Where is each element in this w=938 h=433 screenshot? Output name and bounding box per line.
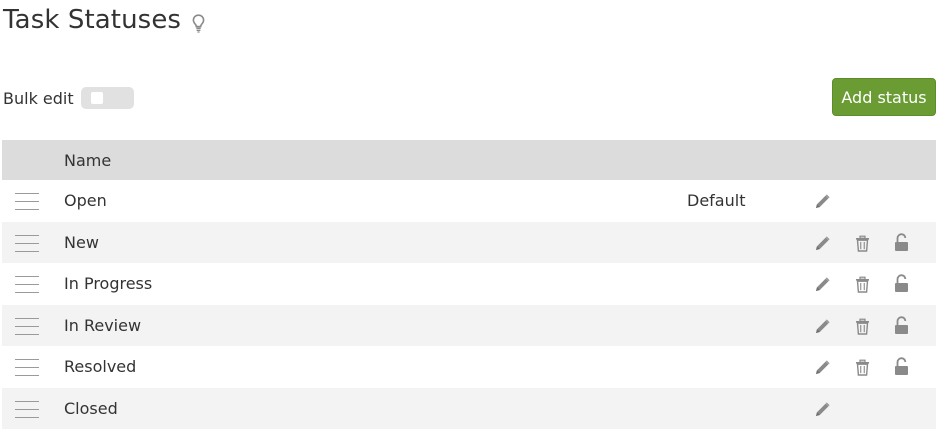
task-statuses-page: Task Statuses Bulk edit Add status Name … (0, 0, 938, 433)
toggle-knob (90, 92, 103, 104)
pencil-icon[interactable] (814, 318, 831, 335)
status-name: Open (64, 191, 107, 210)
status-name: Closed (64, 398, 118, 418)
status-name: In Review (64, 315, 142, 335)
table-header: Name (2, 140, 936, 180)
drag-handle-icon[interactable] (15, 317, 39, 335)
add-status-button[interactable]: Add status (832, 78, 936, 116)
drag-handle-icon[interactable] (15, 276, 39, 293)
drag-handle-icon[interactable] (15, 359, 39, 376)
table-row: In Review (2, 304, 936, 346)
unlock-icon[interactable] (893, 274, 910, 292)
trash-icon[interactable] (854, 276, 871, 293)
pencil-icon[interactable] (814, 235, 831, 252)
table-row: In Progress (2, 263, 936, 305)
trash-icon[interactable] (854, 359, 871, 376)
status-name: In Progress (64, 274, 153, 293)
status-name: New (64, 232, 99, 252)
statuses-table: Name Open Default New In Progress In Review R… (2, 140, 936, 429)
table-row: New (2, 221, 936, 263)
lightbulb-icon[interactable] (192, 13, 205, 33)
table-row: Closed (2, 387, 936, 429)
drag-handle-icon[interactable] (15, 234, 39, 252)
drag-handle-icon[interactable] (15, 400, 39, 418)
table-row: Resolved (2, 346, 936, 388)
drag-handle-icon[interactable] (15, 193, 39, 210)
pencil-icon[interactable] (814, 276, 831, 293)
table-row: Open Default (2, 180, 936, 222)
pencil-icon[interactable] (814, 193, 831, 210)
pencil-icon[interactable] (814, 401, 831, 418)
bulk-edit-toggle[interactable] (80, 87, 134, 109)
bulk-edit-row: Bulk edit (3, 86, 134, 110)
column-header-name: Name (64, 151, 112, 170)
pencil-icon[interactable] (814, 359, 831, 376)
trash-icon[interactable] (854, 235, 871, 252)
unlock-icon[interactable] (893, 315, 910, 334)
trash-icon[interactable] (854, 318, 871, 335)
page-title: Task Statuses (3, 5, 182, 35)
table-body: Open Default New In Progress In Review Resolv… (2, 180, 936, 429)
bulk-edit-label: Bulk edit (3, 88, 74, 108)
default-label: Default (687, 191, 746, 210)
unlock-icon[interactable] (893, 357, 910, 375)
title-row: Task Statuses (3, 2, 205, 38)
status-name: Resolved (64, 357, 137, 376)
unlock-icon[interactable] (893, 232, 910, 251)
